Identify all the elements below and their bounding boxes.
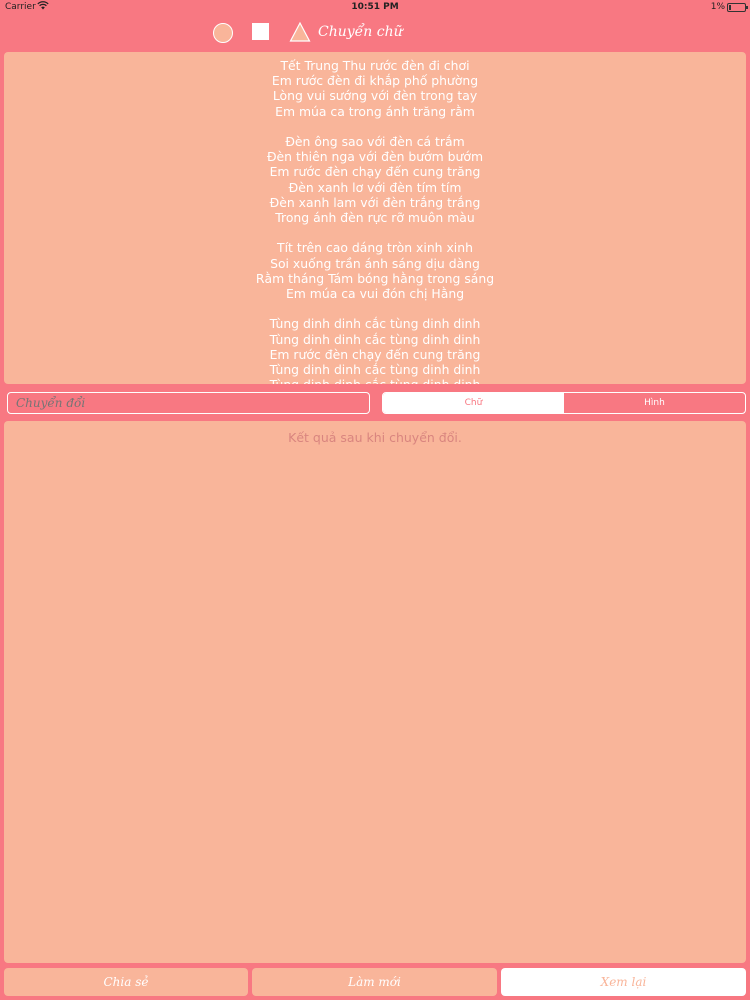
status-bar: Carrier 10:51 PM 1% (0, 0, 750, 16)
toolbar: Chuyển chữ (0, 20, 750, 46)
reset-button[interactable]: Làm mới (252, 968, 497, 996)
output-text-area[interactable]: Kết quả sau khi chuyển đổi. (4, 421, 746, 963)
clock: 10:51 PM (351, 2, 399, 12)
square-icon[interactable] (252, 23, 269, 40)
output-placeholder: Kết quả sau khi chuyển đổi. (288, 430, 462, 445)
mode-segmented-control: Chữ Hình (382, 392, 746, 414)
convert-field[interactable] (7, 392, 370, 414)
battery-percent: 1% (710, 2, 725, 12)
segment-text[interactable]: Chữ (383, 393, 564, 413)
circle-icon[interactable] (213, 23, 233, 43)
review-button[interactable]: Xem lại (501, 968, 746, 996)
triangle-icon[interactable] (289, 21, 311, 43)
toolbar-title: Chuyển chữ (318, 24, 403, 40)
battery-icon (727, 3, 748, 12)
input-text: Tết Trung Thu rước đèn đi chơi Em rước đ… (255, 58, 495, 384)
share-button[interactable]: Chia sẻ (4, 968, 248, 996)
segment-image[interactable]: Hình (564, 393, 745, 413)
input-text-area[interactable]: Tết Trung Thu rước đèn đi chơi Em rước đ… (4, 52, 746, 384)
